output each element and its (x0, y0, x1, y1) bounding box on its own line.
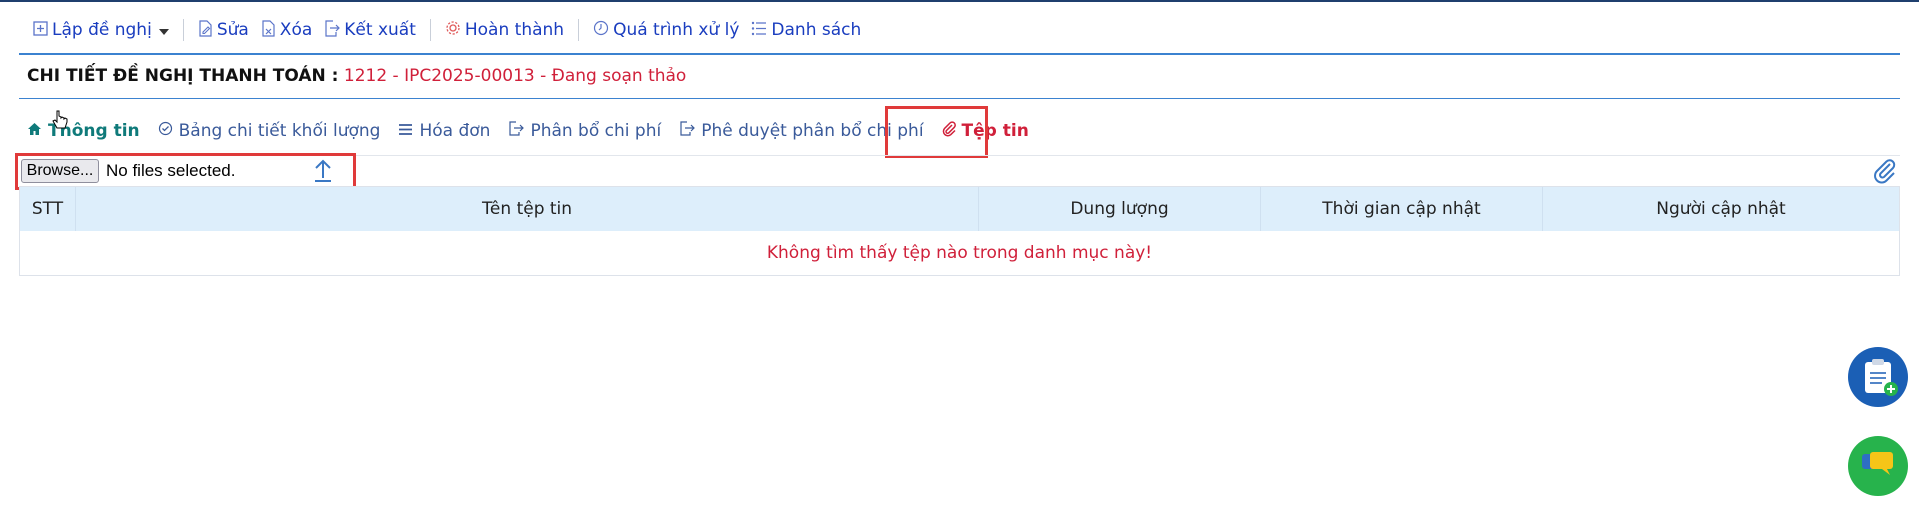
tab-volume-detail[interactable]: Bảng chi tiết khối lượng (149, 121, 390, 141)
toolbar-divider (429, 19, 431, 41)
gear-icon (445, 20, 461, 40)
tab-invoice[interactable]: Hóa đơn (389, 121, 499, 141)
check-circle-icon (158, 121, 173, 141)
list-icon (751, 21, 767, 40)
chat-fab[interactable] (1848, 436, 1908, 496)
column-header[interactable]: Thời gian cập nhật (1261, 187, 1543, 231)
column-header[interactable]: Tên tệp tin (76, 187, 979, 231)
share-out-icon (679, 121, 696, 141)
tab-cost-allocation-label: Phân bổ chi phí (530, 121, 662, 141)
tab-invoice-label: Hóa đơn (419, 121, 491, 141)
history-clock-icon (593, 20, 609, 40)
home-icon (27, 121, 42, 141)
create-request-label: Lập đề nghị (52, 20, 152, 40)
create-request-button[interactable]: Lập đề nghị (27, 20, 175, 40)
edit-button[interactable]: Sửa (192, 19, 255, 41)
tab-cost-allocation[interactable]: Phân bổ chi phí (499, 121, 670, 141)
delete-label: Xóa (279, 20, 313, 40)
top-accent-line (0, 0, 1919, 2)
complete-label: Hoàn thành (464, 20, 565, 40)
toolbar-divider (578, 19, 580, 41)
section-divider (19, 98, 1900, 99)
edit-doc-icon (198, 19, 213, 41)
files-table: STT Tên tệp tin Dung lượng Thời gian cập… (19, 186, 1900, 276)
plus-square-icon (33, 20, 48, 40)
complete-button[interactable]: Hoàn thành (439, 20, 570, 40)
page-title: CHI TIẾT ĐỀ NGHỊ THANH TOÁN : 1212 - IPC… (27, 66, 686, 86)
export-icon (324, 19, 341, 41)
chat-bubble-icon (1861, 451, 1895, 485)
delete-doc-icon (261, 19, 276, 41)
process-history-button[interactable]: Quá trình xử lý (587, 20, 745, 40)
page-title-value: 1212 - IPC2025-00013 - Đang soạn thảo (343, 66, 687, 86)
list-button[interactable]: Danh sách (745, 20, 867, 40)
clipboard-add-icon (1862, 357, 1898, 401)
export-button[interactable]: Kết xuất (318, 19, 422, 41)
empty-message: Không tìm thấy tệp nào trong danh mục nà… (20, 231, 1899, 275)
edit-label: Sửa (216, 20, 249, 40)
action-toolbar: Lập đề nghị Sửa Xóa Kết xuất Hoàn thành … (27, 12, 867, 48)
page-title-label: CHI TIẾT ĐỀ NGHỊ THANH TOÁN : (27, 66, 339, 86)
attach-paperclip-icon[interactable] (1872, 158, 1898, 184)
share-out-icon (508, 121, 525, 141)
table-header: STT Tên tệp tin Dung lượng Thời gian cập… (20, 187, 1899, 231)
export-label: Kết xuất (344, 20, 416, 40)
tab-volume-detail-label: Bảng chi tiết khối lượng (178, 121, 381, 141)
highlight-box (885, 106, 988, 158)
list-label: Danh sách (771, 20, 862, 40)
toolbar-divider (182, 19, 184, 41)
add-document-fab[interactable] (1848, 347, 1908, 407)
highlight-box (15, 153, 356, 190)
column-header[interactable]: STT (20, 187, 76, 231)
mouse-cursor-icon (52, 110, 68, 132)
column-header[interactable]: Dung lượng (979, 187, 1261, 231)
process-history-label: Quá trình xử lý (613, 20, 740, 40)
tab-info[interactable]: Thông tin (27, 121, 149, 141)
menu-lines-icon (398, 121, 413, 141)
column-header[interactable]: Người cập nhật (1543, 187, 1899, 231)
delete-button[interactable]: Xóa (255, 19, 318, 41)
section-divider (19, 53, 1900, 55)
chevron-down-icon (158, 29, 169, 35)
